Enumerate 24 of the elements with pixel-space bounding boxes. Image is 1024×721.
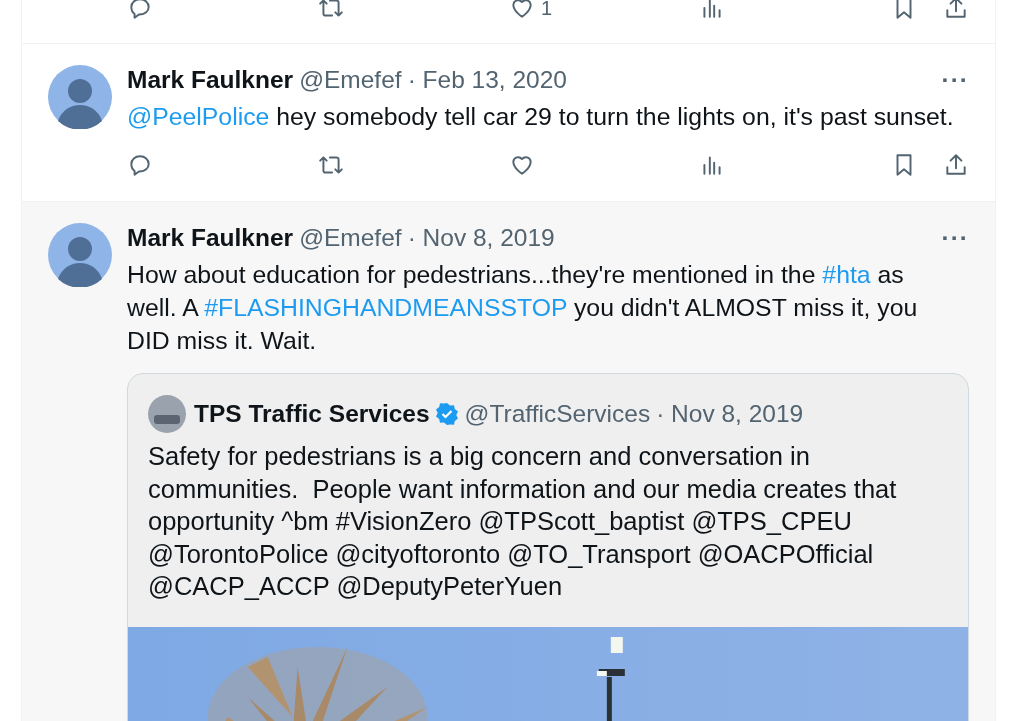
tweet-text: How about education for pedestrians...they're mentioned in the #hta as well. A #FLASHINGHANDMEANSSTOP you didn't ALMOST miss it, you DID miss it. Wait. (127, 260, 919, 356)
author-handle[interactable]: @Emefef (299, 224, 402, 252)
avatar[interactable] (48, 65, 112, 129)
avatar[interactable] (148, 395, 186, 433)
author-handle[interactable]: @TrafficServices (464, 400, 651, 428)
share-icon[interactable] (943, 0, 969, 21)
author-name[interactable]: TPS Traffic Services (194, 400, 430, 428)
tweet-date[interactable]: · Nov 8, 2019 (407, 224, 555, 252)
quoted-tweet-card[interactable] (127, 373, 969, 721)
more-button[interactable]: ··· (941, 66, 969, 94)
like-count: 1 (541, 0, 553, 20)
avatar[interactable] (48, 223, 112, 287)
more-button[interactable]: ··· (941, 224, 969, 252)
tweet-date[interactable]: · Nov 8, 2019 (656, 400, 804, 428)
author-handle[interactable]: @Emefef (299, 66, 402, 94)
mention-link[interactable]: @PeelPolice (127, 103, 270, 130)
tweet-text: @PeelPolice hey somebody tell car 29 to turn the lights on, it's past sunset. (127, 102, 955, 132)
reply-icon[interactable] (127, 152, 153, 178)
reply-icon[interactable] (127, 0, 153, 21)
author-name[interactable]: Mark Faulkner (127, 224, 294, 252)
share-icon[interactable] (943, 152, 969, 178)
author-name[interactable]: Mark Faulkner (127, 66, 294, 94)
quoted-tweet-text: Safety for pedestrians is a big concern and conversation in communities. People want information and our media creates that opportunity ^bm #VisionZero @TPScott_baptist @TPS_CPEU @TorontoPolice @cityoftoronto @TO_Transport @OACPOfficial @CACP_ACCP @DeputyPeterYuen (148, 441, 898, 602)
tweet-date[interactable]: · Feb 13, 2020 (407, 66, 567, 94)
